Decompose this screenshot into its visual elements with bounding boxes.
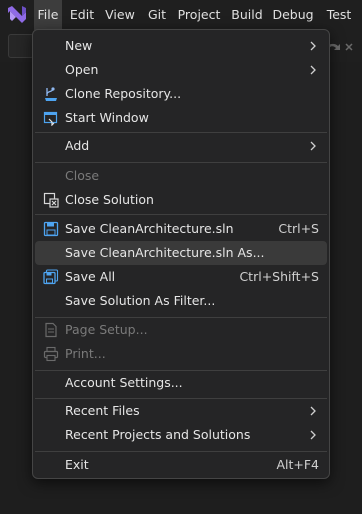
menu-item-label: Save All (65, 269, 116, 284)
menu-item-recent-projects[interactable]: Recent Projects and Solutions (35, 423, 327, 447)
menu-item-save-solution-filter[interactable]: Save Solution As Filter... (35, 289, 327, 313)
menu-separator (35, 132, 327, 133)
menu-item-shortcut: Ctrl+S (278, 221, 319, 236)
menu-item-label: Add (65, 138, 90, 153)
menu-item-open[interactable]: Open (35, 58, 327, 82)
clone-repository-icon (45, 87, 57, 101)
menu-file[interactable]: File (34, 0, 62, 30)
menu-item-add[interactable]: Add (35, 134, 327, 158)
menu-item-label: Open (65, 62, 99, 77)
menu-separator (35, 214, 327, 215)
menu-item-start-window[interactable]: Start Window (35, 106, 327, 130)
menu-item-label: Start Window (65, 110, 149, 125)
toolbar-back-button[interactable] (8, 34, 34, 58)
menu-item-shortcut: Ctrl+Shift+S (239, 269, 319, 284)
menu-item-save-solution[interactable]: Save CleanArchitecture.sln Ctrl+S (35, 217, 327, 241)
menu-build[interactable]: Build (228, 0, 266, 30)
menu-item-label: Clone Repository... (65, 86, 182, 101)
menu-git[interactable]: Git (142, 0, 172, 30)
page-setup-icon (45, 322, 57, 338)
menu-item-label: Save Solution As Filter... (65, 293, 216, 308)
menu-view[interactable]: View (102, 0, 138, 30)
menu-item-print[interactable]: Print... (35, 342, 327, 366)
chevron-right-icon (310, 141, 316, 151)
menu-item-page-setup[interactable]: Page Setup... (35, 318, 327, 342)
save-all-icon (43, 269, 59, 285)
menu-item-account-settings[interactable]: Account Settings... (35, 371, 327, 395)
chevron-right-icon (310, 430, 316, 440)
menu-project[interactable]: Project (176, 0, 222, 30)
menu-item-recent-files[interactable]: Recent Files (35, 399, 327, 423)
menu-item-label: Save CleanArchitecture.sln As... (65, 245, 265, 260)
menu-item-label: Page Setup... (65, 322, 148, 337)
chevron-right-icon (310, 65, 316, 75)
menu-edit[interactable]: Edit (66, 0, 98, 30)
menu-item-close-solution[interactable]: Close Solution (35, 188, 327, 212)
menu-item-label: Recent Files (65, 403, 140, 418)
close-solution-icon (43, 192, 59, 208)
start-window-icon (43, 111, 58, 126)
printer-icon (43, 346, 59, 362)
menu-item-new[interactable]: New (35, 34, 327, 58)
menu-item-label: Recent Projects and Solutions (65, 427, 251, 442)
menu-item-label: Close Solution (65, 192, 154, 207)
menu-test[interactable]: Test (322, 0, 356, 30)
save-icon (43, 221, 59, 237)
menu-item-label: New (65, 38, 93, 53)
menu-item-clone-repository[interactable]: Clone Repository... (35, 82, 327, 106)
menu-item-close[interactable]: Close (35, 164, 327, 188)
chevron-right-icon (310, 406, 316, 416)
menu-item-shortcut: Alt+F4 (276, 457, 319, 472)
file-menu-dropdown: New Open Clone Repository... Start Windo… (32, 29, 330, 479)
menu-item-label: Account Settings... (65, 375, 183, 390)
chevron-right-icon (310, 41, 316, 51)
menu-item-save-solution-as[interactable]: Save CleanArchitecture.sln As... (35, 241, 327, 265)
menu-item-label: Close (65, 168, 100, 183)
menu-separator (35, 451, 327, 452)
menu-bar: File Edit View Git Project Build Debug T… (0, 0, 362, 30)
menu-item-save-all[interactable]: Save All Ctrl+Shift+S (35, 265, 327, 289)
menu-separator (35, 162, 327, 163)
menu-item-label: Print... (65, 346, 106, 361)
menu-item-label: Exit (65, 457, 89, 472)
menu-debug[interactable]: Debug (272, 0, 314, 30)
visual-studio-logo-icon (8, 6, 26, 23)
menu-item-exit[interactable]: Exit Alt+F4 (35, 453, 327, 477)
menu-item-label: Save CleanArchitecture.sln (65, 221, 234, 236)
